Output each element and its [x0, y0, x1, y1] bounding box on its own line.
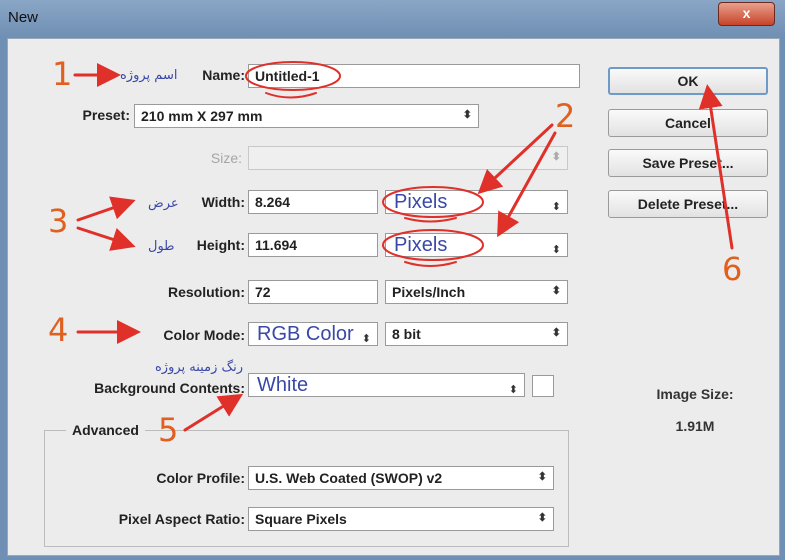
bit-depth-select[interactable]: 8 bit ⬍ [385, 322, 568, 346]
name-label: Name: [202, 67, 245, 83]
annotation-persian-background: رنگ زمینه پروژه [155, 360, 244, 375]
chevron-down-icon: ⬍ [551, 285, 561, 297]
pixel-aspect-ratio-label: Pixel Aspect Ratio: [118, 511, 245, 527]
color-mode-select[interactable]: RGB Color ⬍ [248, 322, 378, 346]
image-size-label: Image Size: [656, 386, 734, 402]
annotation-number-4: 4 [48, 311, 69, 349]
width-unit-select[interactable]: Pixels ⬍ [385, 190, 568, 214]
annotation-persian-name: اسم پروژه [120, 68, 178, 83]
annotation-number-3: 3 [48, 202, 69, 240]
background-contents-label: Background Contents: [94, 380, 245, 396]
width-input[interactable]: 8.264 [248, 190, 378, 214]
chevron-down-icon: ⬍ [508, 384, 518, 396]
image-size-value: 1.91M [675, 418, 715, 434]
color-mode-value: RGB Color [257, 323, 354, 345]
close-icon: x [742, 5, 751, 21]
preset-select[interactable]: 210 mm X 297 mm ⬍ [134, 104, 479, 128]
color-mode-label: Color Mode: [163, 327, 245, 343]
background-contents-value: White [257, 374, 309, 396]
chevron-down-icon: ⬍ [551, 327, 561, 339]
annotation-number-6: 6 [722, 250, 743, 288]
chevron-down-icon: ⬍ [537, 471, 547, 483]
annotation-number-1: 1 [52, 55, 73, 93]
annotation-persian-width: عرض [148, 196, 179, 211]
new-document-dialog: New x Name: Untitled-1 Preset: 210 mm X … [0, 0, 785, 560]
save-preset-button[interactable]: Save Preset... [608, 149, 768, 177]
chevron-down-icon: ⬍ [551, 201, 561, 213]
color-profile-value: U.S. Web Coated (SWOP) v2 [255, 470, 443, 486]
resolution-unit-select[interactable]: Pixels/Inch ⬍ [385, 280, 568, 304]
size-label: Size: [210, 150, 242, 166]
size-select[interactable]: ⬍ [248, 146, 568, 170]
height-unit-value: Pixels [394, 234, 448, 256]
resolution-label: Resolution: [168, 284, 245, 300]
resolution-unit-value: Pixels/Inch [392, 284, 466, 300]
color-profile-select[interactable]: U.S. Web Coated (SWOP) v2 ⬍ [248, 466, 554, 490]
annotation-number-5: 5 [158, 411, 179, 449]
background-contents-select[interactable]: White ⬍ [248, 373, 525, 397]
chevron-down-icon: ⬍ [462, 109, 472, 121]
preset-value: 210 mm X 297 mm [141, 108, 263, 124]
preset-label: Preset: [82, 107, 130, 123]
bit-depth-value: 8 bit [392, 326, 421, 342]
background-color-swatch[interactable] [532, 375, 554, 397]
chevron-down-icon: ⬍ [551, 244, 561, 256]
name-input[interactable]: Untitled-1 [248, 64, 580, 88]
cancel-button[interactable]: Cancel [608, 109, 768, 137]
width-label: Width: [201, 194, 245, 210]
window-title: New [8, 9, 39, 26]
pixel-aspect-ratio-value: Square Pixels [255, 511, 347, 527]
chevron-down-icon: ⬍ [551, 151, 561, 163]
color-profile-label: Color Profile: [156, 470, 245, 486]
chevron-down-icon: ⬍ [537, 512, 547, 524]
close-button[interactable]: x [718, 2, 775, 26]
advanced-legend: Advanced [66, 422, 145, 438]
pixel-aspect-ratio-select[interactable]: Square Pixels ⬍ [248, 507, 554, 531]
resolution-input[interactable]: 72 [248, 280, 378, 304]
height-label: Height: [196, 237, 245, 253]
height-unit-select[interactable]: Pixels ⬍ [385, 233, 568, 257]
height-input[interactable]: 11.694 [248, 233, 378, 257]
annotation-number-2: 2 [555, 97, 576, 135]
title-bar: New x [0, 0, 785, 38]
chevron-down-icon: ⬍ [361, 333, 371, 345]
annotation-persian-height: طول [148, 239, 175, 254]
ok-button[interactable]: OK [608, 67, 768, 95]
delete-preset-button[interactable]: Delete Preset... [608, 190, 768, 218]
width-unit-value: Pixels [394, 191, 448, 213]
